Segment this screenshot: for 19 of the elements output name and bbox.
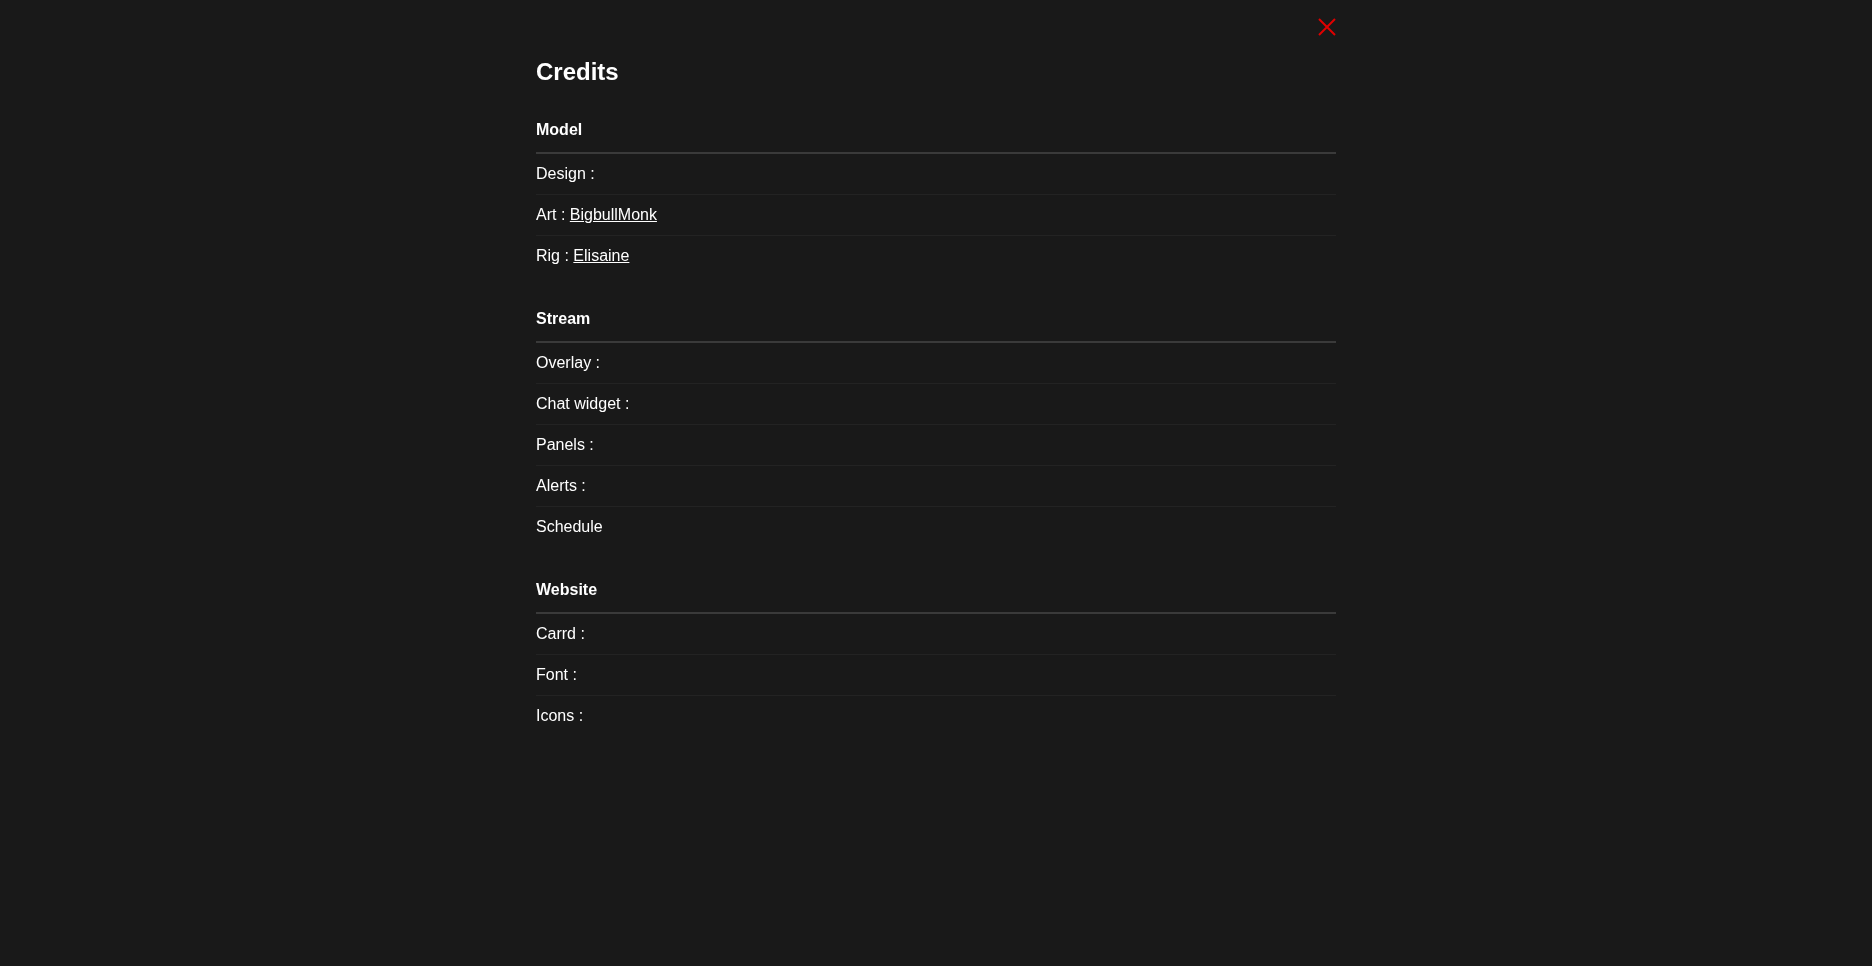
credit-line: Art : BigbullMonk <box>536 206 657 224</box>
credit-line: Schedule <box>536 518 603 536</box>
credit-line: Design : <box>536 165 595 183</box>
credit-link[interactable]: BigbullMonk <box>569 206 657 223</box>
credit-line: Alerts : <box>536 477 586 495</box>
credit-line: Carrd : <box>536 625 585 643</box>
section-heading: Model <box>536 108 1336 154</box>
section-heading: Website <box>536 568 1336 614</box>
credit-line: Chat widget : <box>536 395 630 413</box>
dialog-title: Credits <box>536 57 619 87</box>
close-button[interactable] <box>1318 18 1336 36</box>
credit-line: Panels : <box>536 436 594 454</box>
section-heading: Stream <box>536 297 1336 343</box>
close-icon <box>1318 18 1336 36</box>
credit-line: Overlay : <box>536 354 600 372</box>
credit-link[interactable]: Elisaine <box>573 247 630 264</box>
credit-line: Icons : <box>536 707 584 725</box>
credit-line: Font : <box>536 666 577 684</box>
credit-line: Rig : Elisaine <box>536 247 630 265</box>
